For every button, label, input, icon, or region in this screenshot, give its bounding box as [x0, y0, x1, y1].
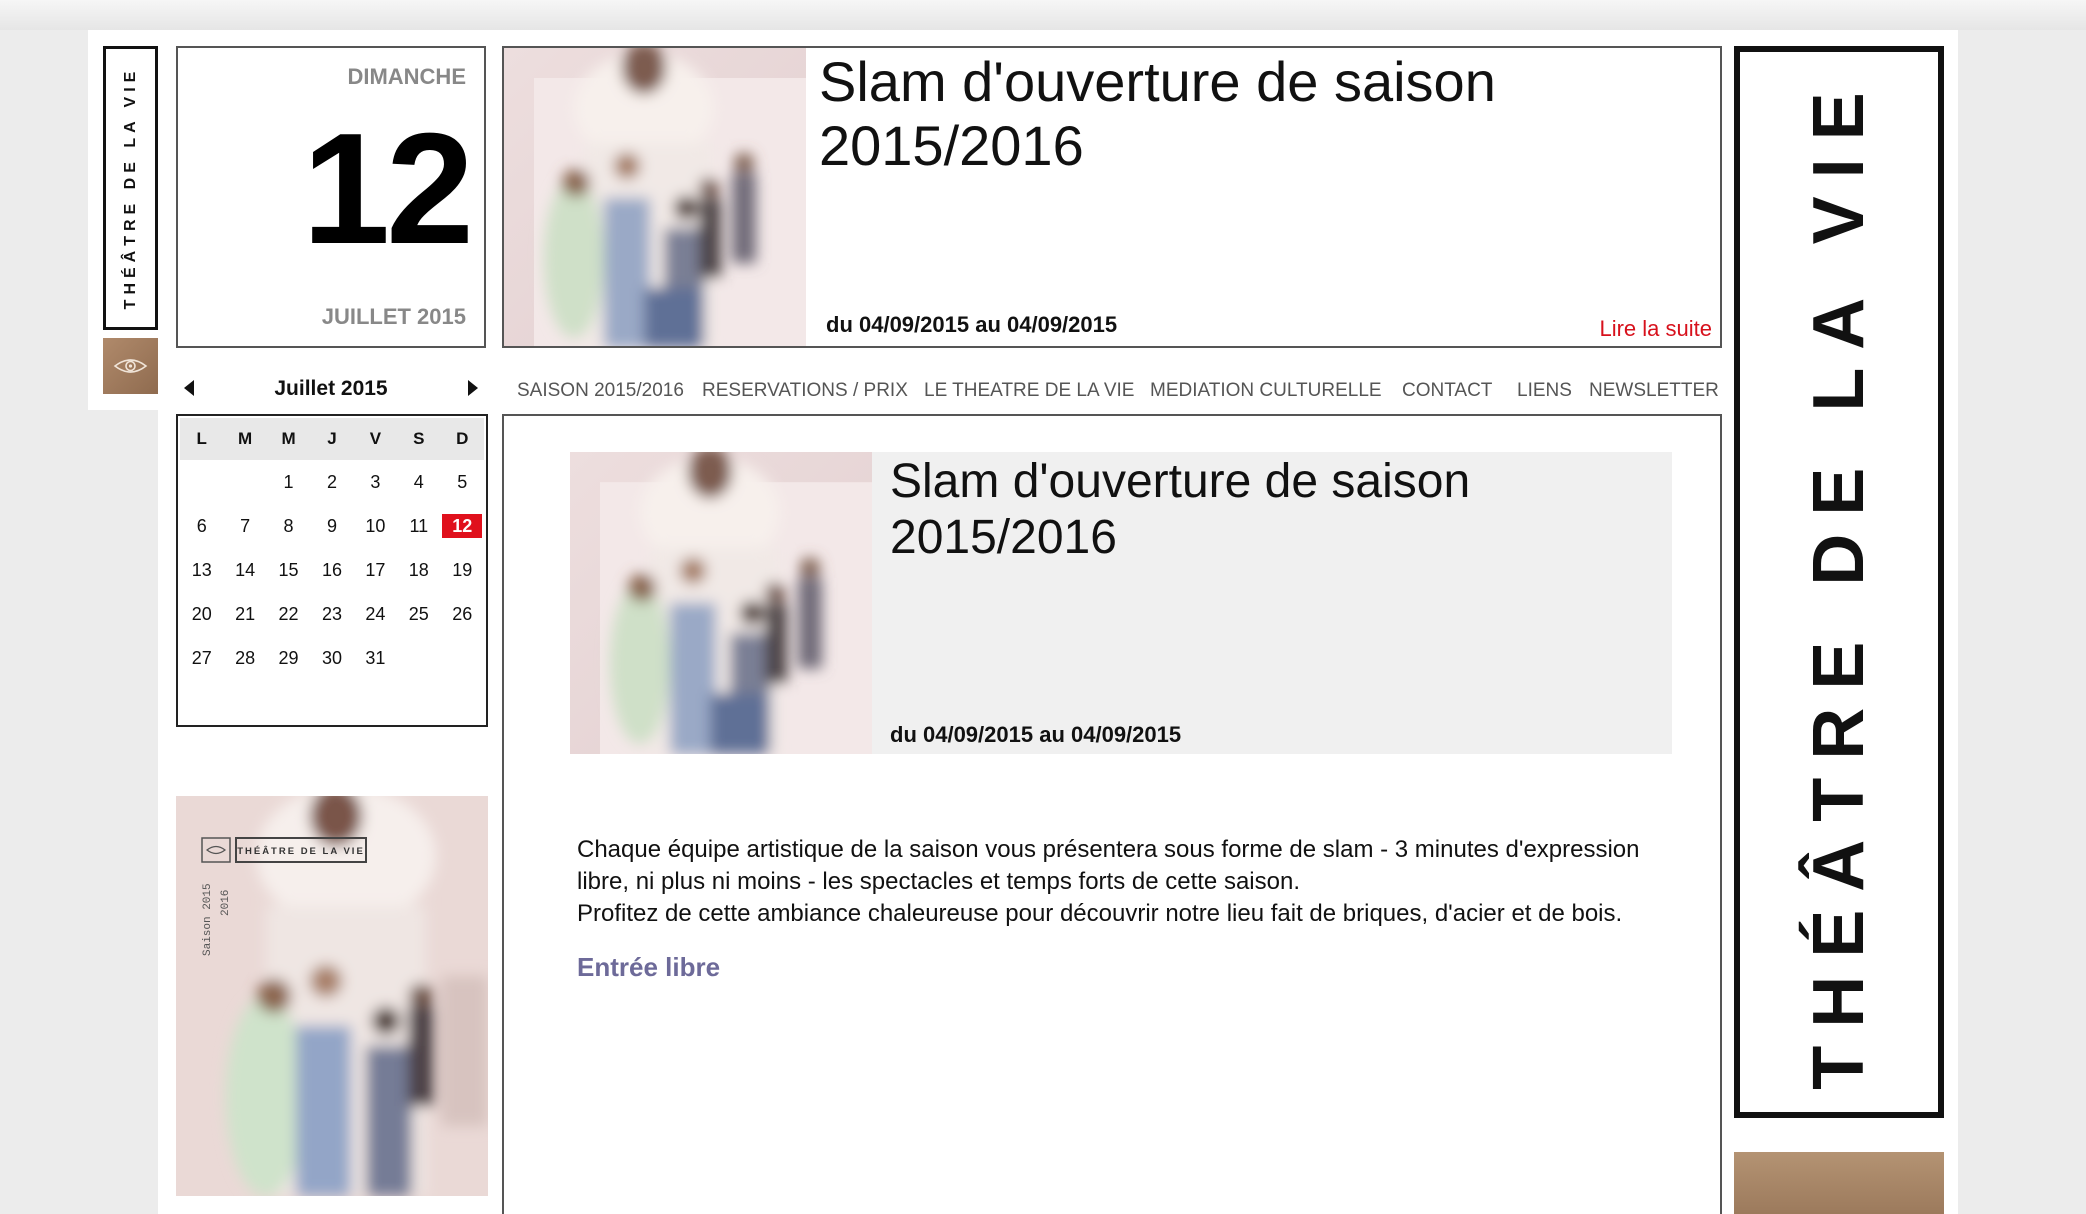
calendar-day[interactable]: 20 [180, 592, 223, 636]
calendar-day [223, 460, 266, 504]
entry-info: Entrée libre [577, 952, 721, 982]
brochure-season: Saison 2015 [202, 883, 214, 956]
featured-event[interactable]: Slam d'ouverture de saison 2015/2016 du … [502, 46, 1722, 348]
calendar-week: 27 28 29 30 31 [180, 636, 484, 680]
calendar-day[interactable]: 14 [223, 548, 266, 592]
calendar-week: 13 14 15 16 17 18 19 [180, 548, 484, 592]
calendar-day[interactable]: 31 [354, 636, 397, 680]
calendar-day[interactable]: 4 [397, 460, 440, 504]
calendar-day[interactable]: 29 [267, 636, 310, 680]
calendar-day[interactable]: 19 [441, 548, 484, 592]
nav-item-reservations[interactable]: RESERVATIONS / PRIX [702, 380, 908, 402]
calendar-day[interactable]: 28 [223, 636, 266, 680]
calendar-day[interactable]: 2 [310, 460, 353, 504]
read-more-link[interactable]: Lire la suite [1599, 316, 1712, 342]
calendar-day[interactable]: 23 [310, 592, 353, 636]
featured-event-title[interactable]: Slam d'ouverture de saison 2015/2016 [819, 50, 1699, 178]
brochure-year: 2016 [220, 890, 232, 916]
calendar-day[interactable]: 26 [441, 592, 484, 636]
day-name: DIMANCHE [347, 64, 466, 89]
nav-item-liens[interactable]: LIENS [1517, 380, 1572, 402]
event-detail: Slam d'ouverture de saison 2015/2016 du … [502, 414, 1722, 1214]
next-month-arrow-icon[interactable] [468, 380, 478, 396]
right-logo-text: THÉÂTRE DE LA VIE [1799, 74, 1879, 1090]
calendar-day[interactable]: 16 [310, 548, 353, 592]
calendar-week: 1 2 3 4 5 [180, 460, 484, 504]
weekday-label: D [440, 418, 484, 460]
brochure-image: THÉÂTRE DE LA VIE Saison 2015 2016 [176, 796, 488, 1196]
calendar-day[interactable]: 5 [441, 460, 484, 504]
month-year: JUILLET 2015 [321, 304, 466, 329]
calendar-day[interactable]: 22 [267, 592, 310, 636]
calendar-day[interactable]: 10 [354, 504, 397, 548]
nav-item-saison[interactable]: SAISON 2015/2016 [517, 380, 684, 402]
weekday-label: M [223, 418, 267, 460]
calendar-day[interactable]: 21 [223, 592, 266, 636]
calendar-day[interactable]: 6 [180, 504, 223, 548]
event-dates: du 04/09/2015 au 04/09/2015 [890, 722, 1182, 747]
calendar-day[interactable]: 11 [397, 504, 440, 548]
calendar-week: 6 7 8 9 10 11 12 [180, 504, 484, 548]
calendar-day[interactable]: 30 [310, 636, 353, 680]
calendar-day [441, 636, 484, 680]
calendar: L M M J V S D 1 2 3 4 5 6 7 8 9 10 11 12… [176, 414, 488, 727]
calendar-day[interactable]: 3 [354, 460, 397, 504]
calendar-week: 20 21 22 23 24 25 26 [180, 592, 484, 636]
calendar-day[interactable]: 27 [180, 636, 223, 680]
event-description: Chaque équipe artistique de la saison vo… [577, 834, 1677, 930]
right-logo-banner[interactable]: THÉÂTRE DE LA VIE [1734, 46, 1944, 1118]
nav-item-newsletter[interactable]: NEWSLETTER [1589, 380, 1719, 402]
calendar-day[interactable]: 24 [354, 592, 397, 636]
nav-item-mediation[interactable]: MEDIATION CULTURELLE [1150, 380, 1382, 402]
weekday-label: M [266, 418, 311, 460]
event-card: Slam d'ouverture de saison 2015/2016 du … [570, 452, 1672, 754]
weekday-label: V [353, 418, 398, 460]
calendar-day[interactable]: 1 [267, 460, 310, 504]
weekday-label: J [310, 418, 354, 460]
calendar-day-selected[interactable]: 12 [441, 504, 484, 548]
calendar-day[interactable]: 18 [397, 548, 440, 592]
nav-item-theatre[interactable]: LE THEATRE DE LA VIE [924, 380, 1134, 402]
weekday-label: L [180, 418, 224, 460]
brochure-brand: THÉÂTRE DE LA VIE [237, 845, 365, 857]
calendar-day [180, 460, 223, 504]
eye-logo-tile[interactable] [103, 338, 158, 394]
calendar-day[interactable]: 8 [267, 504, 310, 548]
calendar-grid: L M M J V S D 1 2 3 4 5 6 7 8 9 10 11 12… [180, 418, 484, 680]
right-brown-tile [1734, 1152, 1944, 1214]
calendar-weekdays: L M M J V S D [180, 418, 484, 460]
season-brochure[interactable]: THÉÂTRE DE LA VIE Saison 2015 2016 [176, 796, 488, 1196]
browser-top-strip [0, 0, 2086, 30]
calendar-day[interactable]: 9 [310, 504, 353, 548]
calendar-day[interactable]: 25 [397, 592, 440, 636]
calendar-header: Juillet 2015 [176, 372, 486, 408]
today-date-box: DIMANCHE 12 JUILLET 2015 [176, 46, 486, 348]
day-number: 12 [302, 101, 474, 277]
calendar-day[interactable]: 13 [180, 548, 223, 592]
featured-event-dates: du 04/09/2015 au 04/09/2015 [826, 312, 1118, 337]
event-detail-photo[interactable] [570, 452, 872, 754]
calendar-month-title: Juillet 2015 [274, 377, 388, 400]
description-paragraph: Profitez de cette ambiance chaleureuse p… [577, 900, 1623, 927]
event-photo[interactable] [504, 48, 806, 348]
side-logo[interactable]: THÉÂTRE DE LA VIE [103, 46, 158, 330]
event-title: Slam d'ouverture de saison 2015/2016 [890, 455, 1471, 564]
nav-item-contact[interactable]: CONTACT [1402, 380, 1492, 402]
side-logo-text: THÉÂTRE DE LA VIE [121, 66, 139, 310]
calendar-day[interactable]: 7 [223, 504, 266, 548]
calendar-day [397, 636, 440, 680]
weekday-label: S [397, 418, 441, 460]
eye-icon [113, 359, 148, 373]
description-paragraph: Chaque équipe artistique de la saison vo… [577, 836, 1640, 895]
calendar-day[interactable]: 15 [267, 548, 310, 592]
main-nav: SAISON 2015/2016 RESERVATIONS / PRIX LE … [502, 372, 1722, 408]
calendar-day[interactable]: 17 [354, 548, 397, 592]
